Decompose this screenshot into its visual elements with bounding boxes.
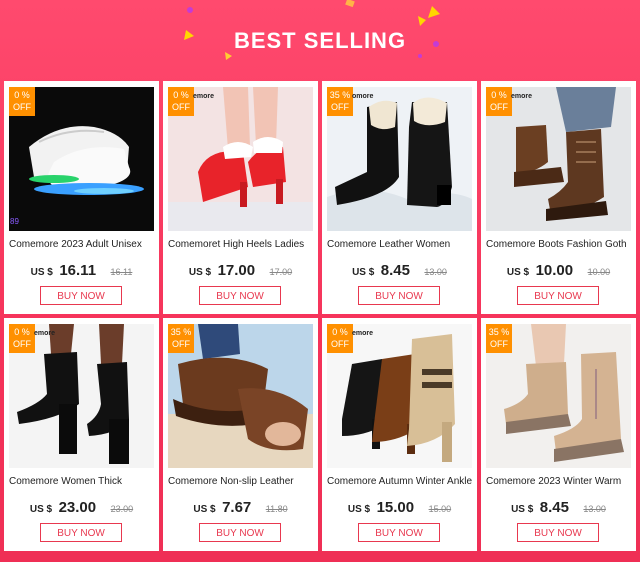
original-price: 13.00	[424, 267, 447, 277]
price-row: US $ 16.11 16.11	[4, 262, 159, 280]
discount-percent: 35 %	[329, 90, 351, 100]
product-card[interactable]: 0 % OFF emore Comemoret High Heels Ladie…	[163, 81, 318, 314]
discount-off-label: OFF	[331, 102, 349, 112]
price-row: US $ 17.00 17.00	[163, 262, 318, 280]
price-row: US $ 8.45 13.00	[481, 499, 636, 517]
currency-label: US $	[188, 267, 212, 278]
currency-label: US $	[193, 504, 216, 515]
discount-badge: 35 % OFF	[486, 324, 512, 353]
currency-label: US $	[30, 267, 53, 278]
buy-now-button[interactable]: BUY NOW	[358, 523, 440, 542]
product-name[interactable]: Comemore 2023 Winter Warm	[486, 476, 636, 487]
product-price: 10.00	[535, 262, 574, 279]
product-card[interactable]: 35 % OFF omore Comemore Leather Women US…	[322, 81, 477, 314]
discount-badge: 35 % OFF	[168, 324, 194, 353]
discount-off-label: OFF	[490, 339, 508, 349]
price-row: US $ 15.00 15.00	[322, 499, 477, 517]
discount-off-label: OFF	[172, 102, 190, 112]
discount-off-label: OFF	[172, 339, 190, 349]
product-grid: 0 % OFF 89 Comemore 2023 Adult Unisex US…	[4, 81, 636, 551]
discount-badge: 0 % OFF	[9, 324, 35, 353]
product-name[interactable]: Comemore Non-slip Leather	[168, 476, 318, 487]
product-price: 16.11	[59, 262, 97, 279]
product-name[interactable]: Comemore 2023 Adult Unisex	[9, 239, 159, 250]
product-card[interactable]: 0 % OFF emore Comemore Autumn Winter Ank…	[322, 318, 477, 551]
product-card[interactable]: 0 % OFF 89 Comemore 2023 Adult Unisex US…	[4, 81, 159, 314]
original-price: 13.00	[583, 504, 606, 514]
original-price: 23.00	[110, 504, 134, 514]
product-name[interactable]: Comemore Leather Women	[327, 239, 477, 250]
image-index-label: 89	[10, 217, 19, 226]
discount-off-label: OFF	[331, 339, 349, 349]
discount-badge: 0 % OFF	[327, 324, 353, 353]
product-name[interactable]: Comemore Women Thick	[9, 476, 159, 487]
product-price: 7.67	[222, 499, 252, 516]
banner-title: BEST SELLING	[233, 28, 407, 53]
original-price: 10.00	[587, 267, 611, 277]
discount-percent: 35 %	[488, 327, 510, 337]
product-price: 15.00	[376, 499, 415, 516]
price-row: US $ 7.67 11.80	[163, 499, 318, 517]
discount-percent: 35 %	[170, 327, 192, 337]
brand-stamp: emore	[511, 93, 533, 100]
buy-now-button[interactable]: BUY NOW	[199, 523, 281, 542]
buy-now-button[interactable]: BUY NOW	[517, 286, 599, 305]
currency-label: US $	[506, 267, 530, 278]
buy-now-button[interactable]: BUY NOW	[517, 523, 599, 542]
discount-percent: 0 %	[332, 327, 348, 337]
discount-percent: 0 %	[14, 90, 30, 100]
product-card[interactable]: 35 % OFF Comemore 2023 Winter Warm US $ …	[481, 318, 636, 551]
original-price: 15.00	[428, 504, 452, 514]
product-price: 23.00	[58, 499, 97, 516]
product-price: 8.45	[380, 262, 410, 279]
brand-stamp: emore	[193, 93, 215, 100]
discount-percent: 0 %	[173, 90, 189, 100]
price-row: US $ 23.00 23.00	[4, 499, 159, 517]
product-card[interactable]: 35 % OFF Comemore Non-slip Leather US $ …	[163, 318, 318, 551]
discount-badge: 0 % OFF	[9, 87, 35, 116]
brand-stamp: emore	[352, 330, 374, 337]
discount-badge: 0 % OFF	[486, 87, 512, 116]
brand-stamp: emore	[34, 330, 56, 337]
product-card[interactable]: 0 % OFF emore Comemore Boots Fashion Got…	[481, 81, 636, 314]
discount-off-label: OFF	[13, 102, 31, 112]
buy-now-button[interactable]: BUY NOW	[40, 286, 122, 305]
discount-percent: 0 %	[14, 327, 30, 337]
product-name[interactable]: Comemore Boots Fashion Goth	[486, 239, 636, 250]
discount-percent: 0 %	[491, 90, 507, 100]
currency-label: US $	[352, 267, 375, 278]
price-row: US $ 10.00 10.00	[481, 262, 636, 280]
product-price: 17.00	[217, 262, 256, 279]
price-row: US $ 8.45 13.00	[322, 262, 477, 280]
currency-label: US $	[511, 504, 534, 515]
discount-off-label: OFF	[490, 102, 508, 112]
discount-badge: 35 % OFF	[327, 87, 353, 116]
currency-label: US $	[29, 504, 53, 515]
product-price: 8.45	[539, 499, 569, 516]
buy-now-button[interactable]: BUY NOW	[199, 286, 281, 305]
buy-now-button[interactable]: BUY NOW	[40, 523, 122, 542]
discount-off-label: OFF	[13, 339, 31, 349]
product-name[interactable]: Comemoret High Heels Ladies	[168, 239, 318, 250]
discount-badge: 0 % OFF	[168, 87, 194, 116]
original-price: 17.00	[269, 267, 293, 277]
original-price: 11.80	[265, 504, 288, 514]
product-name[interactable]: Comemore Autumn Winter Ankle	[327, 476, 477, 487]
brand-stamp: omore	[352, 93, 374, 100]
buy-now-button[interactable]: BUY NOW	[358, 286, 440, 305]
currency-label: US $	[347, 504, 371, 515]
original-price: 16.11	[110, 267, 133, 277]
product-card[interactable]: 0 % OFF emore Comemore Women Thick US $ …	[4, 318, 159, 551]
